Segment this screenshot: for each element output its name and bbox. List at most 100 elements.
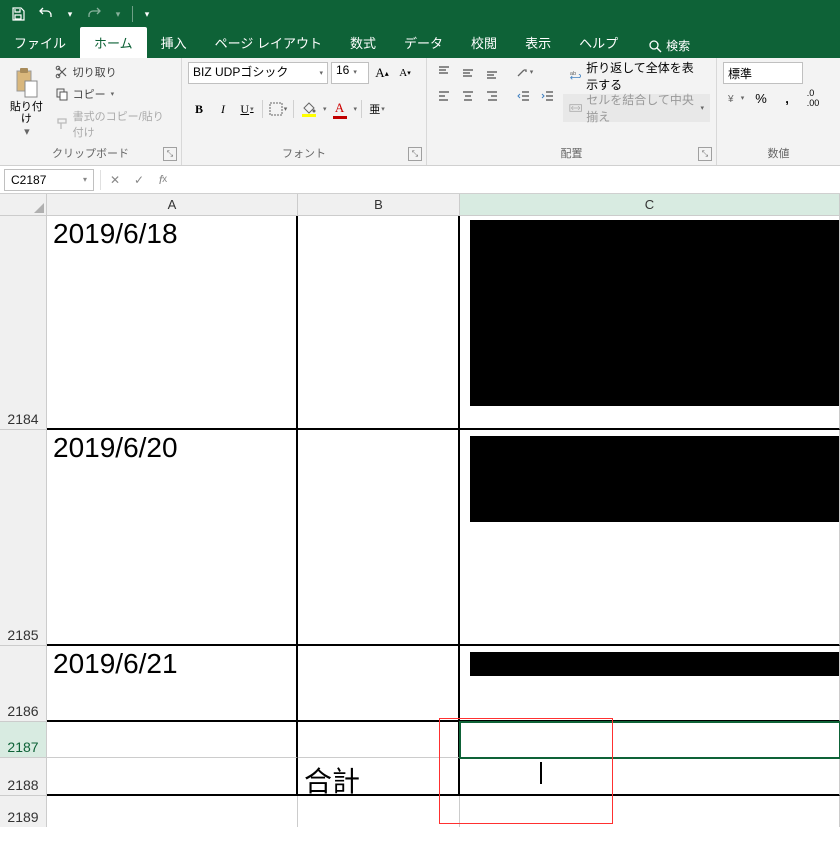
copy-button[interactable]: コピー▾	[51, 84, 175, 104]
tab-formulas[interactable]: 数式	[336, 27, 390, 58]
tab-help[interactable]: ヘルプ	[565, 27, 632, 58]
alignment-group-label: 配置	[433, 143, 710, 163]
tab-home[interactable]: ホーム	[80, 27, 147, 58]
cell-C2186[interactable]	[460, 646, 840, 722]
font-name-value: BIZ UDPゴシック	[193, 65, 288, 79]
font-name-input[interactable]: BIZ UDPゴシック▾	[188, 62, 328, 84]
redo-dropdown[interactable]: ▾	[110, 2, 126, 26]
wrap-text-button[interactable]: ab 折り返して全体を表示する	[563, 62, 710, 90]
phonetic-button[interactable]: 亜▾	[366, 98, 388, 120]
clipboard-dialog-launcher[interactable]: ⤡	[163, 147, 177, 161]
font-color-button[interactable]: A	[329, 100, 351, 119]
tab-file[interactable]: ファイル	[0, 27, 80, 58]
increase-decimal-button[interactable]: .0.00	[801, 88, 825, 108]
tab-data[interactable]: データ	[390, 27, 457, 58]
column-headers: A B C	[0, 194, 840, 216]
cell-C2184[interactable]	[460, 216, 840, 430]
save-button[interactable]	[6, 2, 30, 26]
select-all-corner[interactable]	[0, 194, 47, 216]
tab-view[interactable]: 表示	[511, 27, 565, 58]
search-box[interactable]: 検索	[640, 33, 698, 58]
align-right-button[interactable]	[481, 86, 503, 106]
align-left-button[interactable]	[433, 86, 455, 106]
col-header-B[interactable]: B	[298, 194, 460, 216]
cell-C2188[interactable]	[460, 758, 840, 796]
cut-button[interactable]: 切り取り	[51, 62, 175, 82]
cell-A2186[interactable]: 2019/6/21	[47, 646, 298, 722]
redo-button[interactable]	[82, 2, 106, 26]
cell-A2184-value: 2019/6/18	[53, 218, 178, 249]
brush-icon	[55, 117, 69, 131]
col-header-C[interactable]: C	[460, 194, 840, 216]
cell-C2187[interactable]	[460, 722, 840, 758]
paste-label: 貼り付け	[8, 101, 45, 125]
ribbon: 貼り付け ▾ 切り取り コピー▾ 書式のコピー/貼り付け クリップボード ⤡	[0, 58, 840, 166]
undo-button[interactable]	[34, 2, 58, 26]
increase-font-button[interactable]: A▴	[372, 63, 392, 83]
underline-button[interactable]: U▾	[236, 98, 258, 120]
font-group-label: フォント	[188, 143, 420, 163]
cell-A2185[interactable]: 2019/6/20	[47, 430, 298, 646]
row-header-2188[interactable]: 2188	[0, 758, 47, 796]
merge-center-button[interactable]: セルを結合して中央揃え▾	[563, 94, 710, 122]
align-center-button[interactable]	[457, 86, 479, 106]
ribbon-group-number: 標準 ¥▾ % , .0.00 数値	[717, 58, 840, 165]
enter-formula-button[interactable]: ✓	[127, 169, 151, 191]
tab-page-layout[interactable]: ページ レイアウト	[201, 27, 336, 58]
row-header-2185[interactable]: 2185	[0, 430, 47, 646]
undo-dropdown[interactable]: ▾	[62, 2, 78, 26]
increase-indent-button[interactable]	[537, 86, 559, 106]
percent-button[interactable]: %	[749, 88, 773, 108]
borders-button[interactable]: ▾	[267, 98, 289, 120]
name-box-dropdown-icon: ▾	[83, 175, 87, 184]
col-header-A[interactable]: A	[47, 194, 298, 216]
cell-C2189[interactable]	[460, 796, 840, 827]
font-dialog-launcher[interactable]: ⤡	[408, 147, 422, 161]
formula-input[interactable]	[175, 169, 840, 191]
cell-B2185[interactable]	[298, 430, 460, 646]
svg-text:ab: ab	[570, 71, 576, 77]
alignment-dialog-launcher[interactable]: ⤡	[698, 147, 712, 161]
bold-button[interactable]: B	[188, 98, 210, 120]
wrap-icon: ab	[569, 68, 582, 84]
decrease-indent-button[interactable]	[513, 86, 535, 106]
redacted-block	[470, 220, 839, 406]
title-bar: ▾ ▾ ▾	[0, 0, 840, 28]
fill-color-button[interactable]	[298, 102, 320, 117]
italic-button[interactable]: I	[212, 98, 234, 120]
cell-A2187[interactable]	[47, 722, 298, 758]
cell-B2188[interactable]: 合計	[298, 758, 460, 796]
qat-customize[interactable]: ▾	[139, 2, 155, 26]
cell-B2186[interactable]	[298, 646, 460, 722]
cell-B2184[interactable]	[298, 216, 460, 430]
name-box[interactable]: C2187 ▾	[4, 169, 94, 191]
align-top-button[interactable]	[433, 62, 455, 82]
align-bottom-button[interactable]	[481, 62, 503, 82]
decrease-font-button[interactable]: A▾	[395, 63, 415, 83]
orientation-button[interactable]: ▾	[513, 62, 535, 82]
tab-insert[interactable]: 挿入	[147, 27, 201, 58]
row-header-2184[interactable]: 2184	[0, 216, 47, 430]
ribbon-group-font: BIZ UDPゴシック▾ 16▾ A▴ A▾ B I U▾ ▾ ▾ A	[182, 58, 427, 165]
font-size-input[interactable]: 16▾	[331, 62, 369, 84]
cancel-formula-button[interactable]: ✕	[103, 169, 127, 191]
cell-C2185[interactable]	[460, 430, 840, 646]
accounting-format-button[interactable]: ¥▾	[723, 88, 747, 108]
number-format-select[interactable]: 標準	[723, 62, 803, 84]
align-middle-button[interactable]	[457, 62, 479, 82]
cell-A2189[interactable]	[47, 796, 298, 827]
format-painter-button[interactable]: 書式のコピー/貼り付け	[51, 106, 175, 142]
row-header-2187[interactable]: 2187	[0, 722, 47, 758]
insert-function-button[interactable]: fx	[151, 169, 175, 191]
merge-label: セルを結合して中央揃え	[586, 91, 695, 125]
row-header-2189[interactable]: 2189	[0, 796, 47, 827]
search-icon	[648, 39, 662, 53]
comma-button[interactable]: ,	[775, 88, 799, 108]
cell-A2184[interactable]: 2019/6/18	[47, 216, 298, 430]
paste-button[interactable]: 貼り付け ▾	[6, 62, 47, 143]
row-header-2186[interactable]: 2186	[0, 646, 47, 722]
tab-review[interactable]: 校閲	[457, 27, 511, 58]
cell-B2187[interactable]	[298, 722, 460, 758]
cell-A2188[interactable]	[47, 758, 298, 796]
cell-B2189[interactable]	[298, 796, 460, 827]
